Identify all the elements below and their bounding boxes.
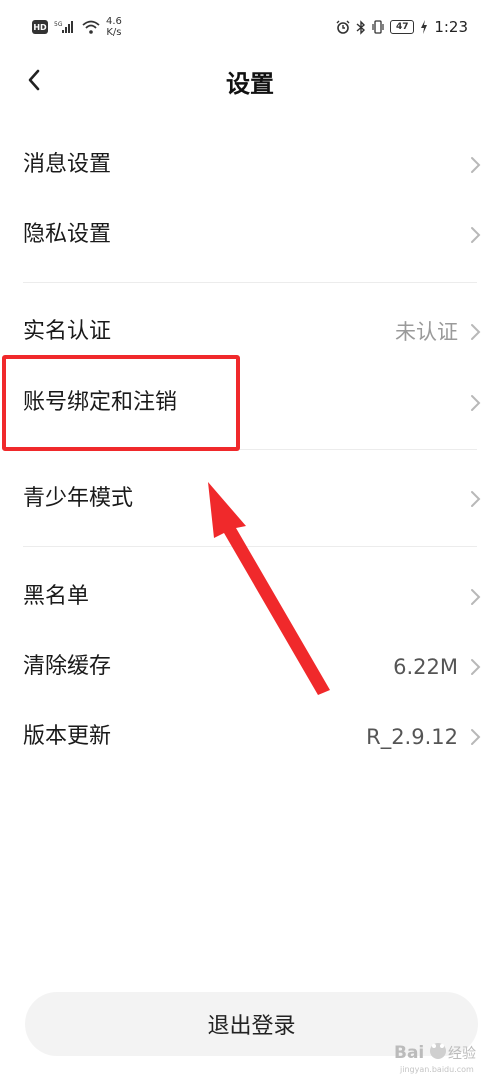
svg-text:5G: 5G	[54, 21, 63, 28]
chevron-right-icon	[471, 324, 481, 340]
row-label: 黑名单	[23, 584, 90, 609]
divider	[23, 546, 477, 547]
row-message-settings[interactable]: 消息设置	[0, 130, 500, 200]
chevron-right-icon	[471, 227, 481, 243]
chevron-right-icon	[471, 729, 481, 745]
chevron-right-icon	[471, 157, 481, 173]
status-left: HD 5G 4.6 K/s	[32, 16, 122, 38]
divider	[23, 282, 477, 283]
header: 设置	[0, 52, 500, 108]
status-right: 47 1:23	[336, 18, 468, 36]
row-label: 消息设置	[23, 152, 112, 177]
row-privacy-settings[interactable]: 隐私设置	[0, 200, 500, 270]
charging-icon	[421, 20, 428, 34]
chevron-right-icon	[471, 395, 481, 411]
row-version-update[interactable]: 版本更新 R_2.9.12	[0, 702, 500, 772]
signal-icon: 5G	[54, 21, 73, 33]
row-teen-mode[interactable]: 青少年模式	[0, 464, 500, 534]
net-speed-value: 4.6	[106, 16, 122, 27]
clock: 1:23	[434, 18, 468, 36]
chevron-right-icon	[471, 589, 481, 605]
row-value: R_2.9.12	[366, 725, 458, 749]
row-label: 隐私设置	[23, 222, 112, 247]
net-speed-unit: K/s	[106, 27, 122, 38]
baidu-logo-icon: Bai 经验 jingyan.baidu.com	[394, 1043, 476, 1074]
vibrate-icon	[372, 20, 384, 34]
wifi-icon	[82, 20, 100, 34]
baidu-jingyan-watermark: Bai 经验 jingyan.baidu.com	[392, 1036, 490, 1076]
row-label: 青少年模式	[23, 486, 134, 511]
row-value: 6.22M	[393, 655, 458, 679]
chevron-right-icon	[471, 491, 481, 507]
row-label: 版本更新	[23, 724, 112, 749]
alarm-icon	[336, 20, 350, 34]
status-bar: HD 5G 4.6 K/s 47 1:23	[0, 0, 500, 58]
svg-text:经验: 经验	[448, 1046, 476, 1062]
highlight-box	[2, 355, 240, 451]
battery-indicator: 47	[390, 20, 415, 34]
hd-badge: HD	[32, 20, 48, 34]
chevron-right-icon	[471, 659, 481, 675]
row-value: 未认证	[395, 320, 458, 344]
page-title: 设置	[226, 70, 274, 98]
svg-text:Bai: Bai	[394, 1043, 424, 1063]
net-speed: 4.6 K/s	[106, 16, 122, 38]
svg-text:jingyan.baidu.com: jingyan.baidu.com	[399, 1065, 474, 1074]
bluetooth-icon	[356, 19, 366, 35]
row-blacklist[interactable]: 黑名单	[0, 562, 500, 632]
row-clear-cache[interactable]: 清除缓存 6.22M	[0, 632, 500, 702]
row-label: 清除缓存	[23, 654, 112, 679]
